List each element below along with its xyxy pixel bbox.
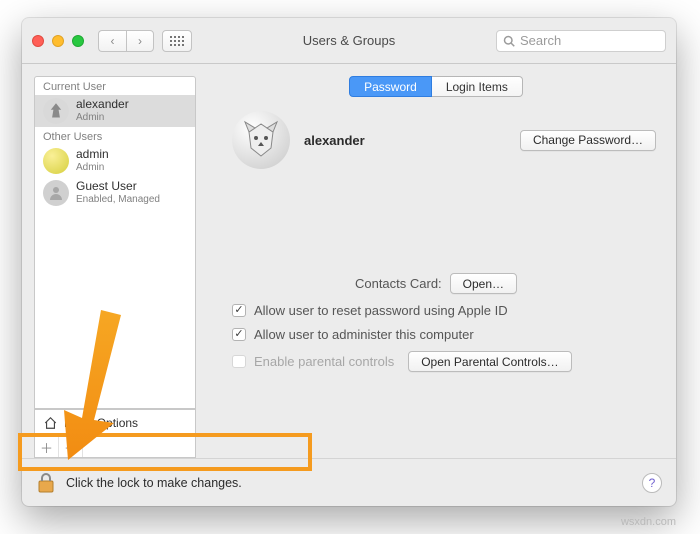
help-icon: ? (649, 476, 656, 490)
forward-button[interactable]: › (126, 30, 154, 52)
contacts-card-row: Contacts Card: Open… (212, 273, 660, 294)
tab-login-items[interactable]: Login Items (432, 76, 523, 97)
lock-area[interactable]: Click the lock to make changes. (36, 472, 242, 494)
chevron-left-icon: ‹ (111, 34, 115, 48)
window-title: Users & Groups (303, 33, 395, 48)
checkbox-label: Allow user to administer this computer (254, 327, 474, 342)
window-controls (32, 35, 84, 47)
open-contacts-button[interactable]: Open… (450, 273, 517, 294)
user-silhouette-icon (43, 180, 69, 206)
footer: Click the lock to make changes. ? (22, 458, 676, 506)
checkbox-icon (232, 355, 246, 368)
minimize-window-button[interactable] (52, 35, 64, 47)
back-button[interactable]: ‹ (98, 30, 126, 52)
checkbox-reset-apple-id[interactable]: Allow user to reset password using Apple… (232, 303, 660, 318)
checkbox-icon (232, 328, 246, 341)
prefs-window: ‹ › Users & Groups Search Current User (22, 18, 676, 506)
user-role: Admin (76, 112, 129, 124)
change-password-button[interactable]: Change Password… (520, 130, 656, 151)
checkbox-administer[interactable]: Allow user to administer this computer (232, 327, 660, 342)
search-field[interactable]: Search (496, 30, 666, 52)
user-name: admin (76, 148, 109, 162)
contacts-card-label: Contacts Card: (355, 276, 442, 291)
watermark-text: wsxdn.com (621, 516, 676, 528)
add-remove-bar: ＋ － . (34, 437, 196, 458)
search-icon (503, 35, 515, 47)
checkbox-label: Enable parental controls (254, 354, 394, 369)
titlebar: ‹ › Users & Groups Search (22, 18, 676, 64)
remove-user-button[interactable]: － (59, 437, 83, 457)
profile-name: alexander (304, 133, 365, 148)
login-options-label: Login Options (64, 416, 138, 430)
main-panel: Password Login Items alexander Change Pa… (196, 64, 676, 458)
user-row-guest[interactable]: Guest User Enabled, Managed (35, 177, 195, 209)
user-role: Admin (76, 162, 109, 174)
chevron-right-icon: › (138, 34, 142, 48)
profile-avatar[interactable] (232, 111, 290, 169)
checkbox-icon (232, 304, 246, 317)
tab-password[interactable]: Password (349, 76, 432, 97)
settings-group: Contacts Card: Open… Allow user to reset… (212, 273, 660, 372)
other-users-label: Other Users (35, 127, 195, 145)
profile-header: alexander Change Password… (212, 111, 660, 179)
add-user-button[interactable]: ＋ (35, 437, 59, 457)
user-row-admin[interactable]: admin Admin (35, 145, 195, 177)
close-window-button[interactable] (32, 35, 44, 47)
fox-avatar-icon (239, 118, 283, 162)
lock-text: Click the lock to make changes. (66, 476, 242, 490)
nav-back-forward: ‹ › (98, 30, 154, 52)
open-parental-controls-button[interactable]: Open Parental Controls… (408, 351, 571, 372)
checkbox-label: Allow user to reset password using Apple… (254, 303, 508, 318)
user-row-current[interactable]: alexander Admin (35, 95, 195, 127)
help-button[interactable]: ? (642, 473, 662, 493)
house-icon (43, 416, 58, 430)
user-avatar-icon (43, 98, 69, 124)
user-list: Current User alexander Admin Other Users… (34, 76, 196, 409)
user-name: alexander (76, 98, 129, 112)
checkbox-parental-controls: Enable parental controls Open Parental C… (232, 351, 660, 372)
user-role: Enabled, Managed (76, 194, 160, 206)
content-area: Current User alexander Admin Other Users… (22, 64, 676, 458)
user-avatar-icon (43, 148, 69, 174)
login-options-button[interactable]: Login Options (34, 409, 196, 437)
tab-bar: Password Login Items (212, 76, 660, 97)
zoom-window-button[interactable] (72, 35, 84, 47)
search-placeholder: Search (520, 33, 561, 48)
user-name: Guest User (76, 180, 160, 194)
show-all-button[interactable] (162, 30, 192, 52)
grid-icon (170, 36, 184, 46)
current-user-label: Current User (35, 77, 195, 95)
spacer: . (83, 437, 195, 457)
lock-icon (36, 472, 56, 494)
sidebar: Current User alexander Admin Other Users… (22, 64, 196, 458)
